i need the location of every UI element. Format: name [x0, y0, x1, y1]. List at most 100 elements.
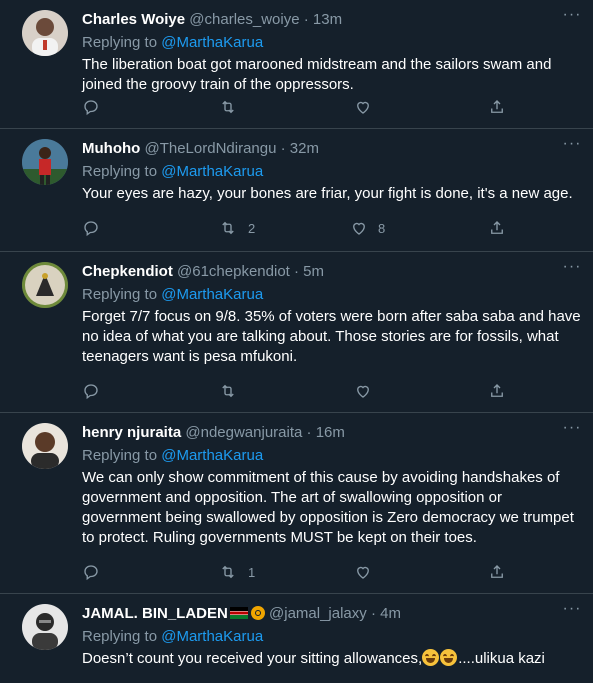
tweet-text: The liberation boat got marooned midstre…: [82, 56, 552, 93]
tweet-actions: 1: [82, 562, 522, 582]
share-button[interactable]: [488, 97, 506, 117]
tweet[interactable]: Charles Woiye @charles_woiye · 13m ··· R…: [0, 0, 593, 129]
user-handle[interactable]: @ndegwanjuraita: [185, 424, 302, 441]
share-icon: [488, 98, 506, 116]
display-name[interactable]: Charles Woiye: [82, 11, 185, 28]
tweet[interactable]: henry njuraita @ndegwanjuraita · 16m ···…: [0, 413, 593, 594]
heart-icon: [354, 563, 372, 581]
mention-link[interactable]: @MarthaKarua: [161, 163, 263, 180]
replying-to: Replying to @MarthaKarua: [82, 446, 263, 466]
mention-link[interactable]: @MarthaKarua: [161, 286, 263, 303]
timestamp[interactable]: 4m: [380, 605, 401, 622]
share-button[interactable]: [488, 562, 506, 582]
user-handle[interactable]: @charles_woiye: [189, 11, 299, 28]
user-handle[interactable]: @jamal_jalaxy: [269, 605, 367, 622]
replying-to-label: Replying to: [82, 286, 162, 303]
mention-link[interactable]: @MarthaKarua: [161, 34, 263, 51]
timestamp[interactable]: 16m: [316, 424, 345, 441]
tweet-text: We can only show commitment of this caus…: [82, 469, 574, 546]
avatar[interactable]: [22, 10, 68, 56]
avatar[interactable]: [22, 423, 68, 469]
reply-feed: Charles Woiye @charles_woiye · 13m ··· R…: [0, 0, 593, 683]
user-handle[interactable]: @TheLordNdirangu: [144, 140, 276, 157]
user-handle[interactable]: @61chepkendiot: [177, 263, 290, 280]
tweet-actions: [82, 381, 522, 401]
tweet-text-main: Doesn’t count you received your sitting …: [82, 650, 423, 667]
more-icon[interactable]: ···: [561, 259, 583, 278]
mention-link[interactable]: @MarthaKarua: [161, 447, 263, 464]
reply-button[interactable]: [82, 381, 100, 401]
tweet-text: Forget 7/7 focus on 9/8. 35% of voters w…: [82, 308, 581, 365]
like-button[interactable]: 8: [350, 218, 385, 238]
share-icon: [488, 563, 506, 581]
more-icon[interactable]: ···: [561, 420, 583, 439]
tweet-header: Charles Woiye @charles_woiye · 13m: [82, 10, 553, 30]
like-count: 8: [378, 220, 386, 236]
separator: ·: [289, 263, 304, 280]
separator: ·: [302, 424, 316, 441]
like-button[interactable]: [354, 97, 382, 117]
timestamp[interactable]: 32m: [290, 140, 319, 157]
display-name[interactable]: henry njuraita: [82, 424, 181, 441]
replying-to-label: Replying to: [82, 447, 162, 464]
like-button[interactable]: [354, 562, 382, 582]
retweet-icon: [218, 382, 238, 400]
share-icon: [488, 219, 506, 237]
tweet-text: Doesn’t count you received your sitting …: [82, 649, 582, 669]
retweet-count: 2: [248, 220, 256, 236]
timestamp[interactable]: 13m: [313, 11, 342, 28]
avatar[interactable]: [22, 262, 68, 308]
reply-icon: [82, 382, 100, 400]
share-button[interactable]: [488, 381, 506, 401]
replying-to-label: Replying to: [82, 34, 162, 51]
tweet-header: Muhoho @TheLordNdirangu · 32m: [82, 139, 553, 159]
reply-icon: [82, 219, 100, 237]
reply-button[interactable]: [82, 562, 100, 582]
heart-icon: [354, 382, 372, 400]
separator: ·: [276, 140, 290, 157]
tweet[interactable]: Muhoho @TheLordNdirangu · 32m ··· Replyi…: [0, 129, 593, 252]
separator: ·: [366, 605, 381, 622]
retweet-icon: [218, 219, 238, 237]
crying-laughing-emoji-icon: [422, 649, 440, 666]
retweet-icon: [218, 563, 238, 581]
crying-laughing-emoji-icon: [440, 649, 458, 666]
tweet-actions: [82, 97, 522, 117]
more-icon[interactable]: ···: [561, 7, 583, 26]
display-name[interactable]: JAMAL. BIN_LADEN: [82, 605, 228, 622]
retweet-icon: [218, 98, 238, 116]
avatar[interactable]: [22, 139, 68, 185]
tweet[interactable]: JAMAL. BIN_LADEN @jamal_jalaxy · 4m ··· …: [0, 594, 593, 683]
like-button[interactable]: [354, 381, 382, 401]
heart-icon: [354, 98, 372, 116]
separator: ·: [299, 11, 313, 28]
share-icon: [488, 382, 506, 400]
replying-to: Replying to @MarthaKarua: [82, 285, 263, 305]
replying-to: Replying to @MarthaKarua: [82, 33, 263, 53]
reply-icon: [82, 563, 100, 581]
retweet-button[interactable]: [218, 381, 248, 401]
share-button[interactable]: [488, 218, 506, 238]
retweet-button[interactable]: 2: [218, 218, 255, 238]
heart-icon: [350, 219, 368, 237]
kenya-flag-icon: [229, 607, 248, 619]
retweet-button[interactable]: [218, 97, 248, 117]
more-icon[interactable]: ···: [561, 601, 583, 620]
tweet[interactable]: Chepkendiot @61chepkendiot · 5m ··· Repl…: [0, 252, 593, 413]
reply-button[interactable]: [82, 218, 100, 238]
reply-button[interactable]: [82, 97, 100, 117]
display-name[interactable]: Chepkendiot: [82, 263, 173, 280]
tweet-header: Chepkendiot @61chepkendiot · 5m: [82, 262, 553, 282]
more-icon[interactable]: ···: [561, 136, 583, 155]
tweet-header: henry njuraita @ndegwanjuraita · 16m: [82, 423, 553, 443]
tweet-actions: 2 8: [82, 218, 522, 238]
tweet-text-tail: ....ulikua kazi: [458, 650, 545, 667]
avatar[interactable]: [22, 604, 68, 650]
timestamp[interactable]: 5m: [303, 263, 324, 280]
display-name[interactable]: Muhoho: [82, 140, 140, 157]
retweet-button[interactable]: 1: [218, 562, 255, 582]
replying-to-label: Replying to: [82, 163, 162, 180]
mention-link[interactable]: @MarthaKarua: [161, 628, 263, 645]
biohazard-icon: [250, 606, 265, 620]
tweet-header: JAMAL. BIN_LADEN @jamal_jalaxy · 4m: [82, 604, 553, 624]
